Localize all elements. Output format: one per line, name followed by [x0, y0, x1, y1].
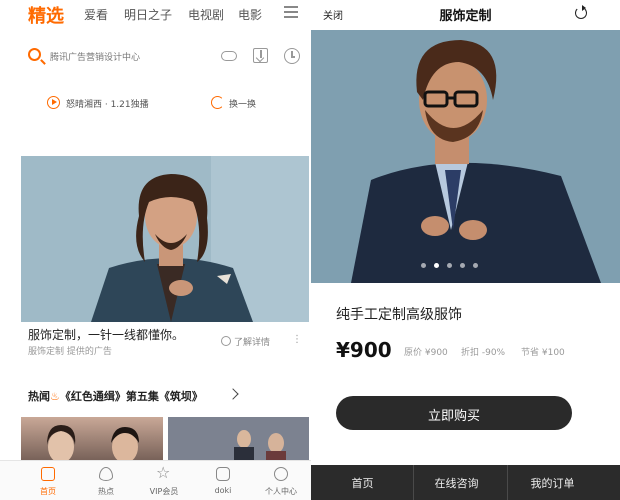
flame-icon: [99, 467, 113, 481]
heart-icon: [216, 467, 230, 481]
right-phone-screen: 关闭 服饰定制 纯手工定制高级服饰 ¥900 原价 ¥900 折扣 -90% 节…: [311, 0, 620, 500]
play-icon[interactable]: [47, 96, 60, 109]
tab-home[interactable]: 首页: [17, 461, 79, 500]
refresh-icon[interactable]: [211, 96, 224, 109]
thumbnail-scene-image: [168, 417, 309, 465]
landing-footer-bar: 首页 在线咨询 我的订单: [311, 465, 620, 500]
ad-sponsor-label: 服饰定制 提供的广告: [28, 347, 112, 357]
video-thumbnail[interactable]: [168, 417, 309, 465]
footer-home-button[interactable]: 首页: [311, 465, 414, 500]
carousel-dot[interactable]: [421, 263, 426, 268]
product-price: ¥900: [336, 338, 392, 362]
search-input[interactable]: 腾讯广告营销设计中心: [28, 46, 228, 68]
more-options-icon[interactable]: ⋮: [292, 334, 302, 345]
landing-page-header: 关闭 服饰定制: [311, 0, 620, 30]
hot-news-label: 热闻: [28, 390, 50, 403]
product-title: 纯手工定制高级服饰: [336, 307, 462, 323]
page-title: 服饰定制: [439, 9, 492, 24]
tab-tomorrow-star[interactable]: 明日之子: [124, 6, 172, 23]
history-clock-icon[interactable]: [283, 47, 301, 65]
video-thumbnail[interactable]: [21, 417, 163, 465]
home-icon: [41, 467, 55, 481]
buy-now-label: 立即购买: [427, 409, 480, 424]
man-in-navy-suit-illustration: [311, 30, 620, 283]
tab-vip[interactable]: VIP会员: [133, 461, 195, 500]
product-carousel-image[interactable]: [311, 30, 620, 283]
footer-orders-button[interactable]: 我的订单: [501, 465, 604, 500]
footer-home-label: 首页: [351, 477, 374, 490]
man-in-suit-illustration: [21, 156, 309, 322]
search-placeholder: 腾讯广告营销设计中心: [50, 53, 141, 63]
carousel-dot[interactable]: [473, 263, 478, 268]
tab-profile-label: 个人中心: [265, 487, 297, 496]
promo-row: 怒晴湘西 · 1.21独播 换一换: [0, 94, 311, 114]
thumbnail-people-image: [47, 425, 139, 463]
carousel-indicator: [421, 263, 491, 271]
tab-home-label: 首页: [40, 487, 56, 496]
discount-label: 折扣 -90%: [461, 348, 506, 358]
carousel-dot[interactable]: [447, 263, 452, 268]
menu-icon[interactable]: [284, 6, 298, 18]
footer-orders-label: 我的订单: [530, 477, 575, 490]
tab-featured[interactable]: 精选: [28, 2, 64, 28]
download-icon[interactable]: [252, 47, 270, 65]
info-icon: [221, 336, 231, 346]
tab-movies[interactable]: 电影: [238, 6, 262, 23]
bottom-tab-bar: 首页 热点 VIP会员 doki 个人中心: [0, 460, 311, 500]
channel-tab-bar: 精选 爱看 明日之子 电视剧 电影: [0, 0, 311, 32]
search-icon: [28, 48, 41, 61]
tab-trending[interactable]: 热点: [75, 461, 137, 500]
promo-link[interactable]: 怒晴湘西 · 1.21独播: [66, 97, 149, 110]
hot-news-title: 《红色通缉》第五集《筑坝》: [59, 390, 203, 403]
carousel-dot-active[interactable]: [434, 263, 439, 268]
tab-doki-label: doki: [214, 486, 232, 495]
ad-title[interactable]: 服饰定制，一针一线都懂你。: [28, 326, 184, 343]
hot-news-headline[interactable]: 热闻♨《红色通缉》第五集《筑坝》: [28, 388, 203, 404]
original-price: 原价 ¥900: [404, 348, 448, 358]
footer-consult-label: 在线咨询: [434, 477, 479, 490]
savings-label: 节省 ¥100: [521, 348, 565, 358]
tab-doki[interactable]: doki: [192, 461, 254, 500]
tab-profile[interactable]: 个人中心: [250, 461, 311, 500]
smile-icon: [274, 467, 288, 481]
hot-flame-icon: ♨: [50, 390, 60, 403]
refresh-icon[interactable]: [575, 5, 587, 19]
left-phone-screen: 精选 爱看 明日之子 电视剧 电影 腾讯广告营销设计中心 怒晴湘西 · 1.21…: [0, 0, 311, 500]
footer-consult-button[interactable]: 在线咨询: [405, 465, 508, 500]
ad-image[interactable]: [21, 156, 309, 322]
carousel-dot[interactable]: [460, 263, 465, 268]
buy-now-button[interactable]: 立即购买: [336, 396, 572, 430]
gamepad-icon[interactable]: [220, 47, 238, 65]
tab-vip-label: VIP会员: [149, 487, 179, 496]
tab-trending-label: 热点: [98, 487, 114, 496]
refresh-button[interactable]: 换一换: [229, 97, 256, 110]
tab-tv-series[interactable]: 电视剧: [188, 6, 224, 23]
learn-more-label: 了解详情: [234, 338, 271, 348]
star-icon: [156, 463, 171, 482]
tab-favorites[interactable]: 爱看: [84, 6, 108, 23]
chevron-right-icon[interactable]: [227, 388, 239, 400]
